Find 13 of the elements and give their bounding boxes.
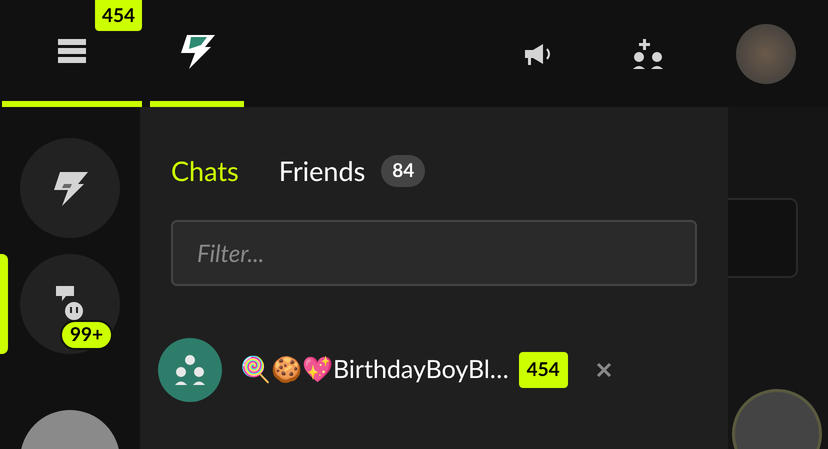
panel-tab[interactable]: Chats bbox=[171, 150, 239, 192]
close-icon[interactable] bbox=[596, 362, 612, 378]
unread-count: 99+ bbox=[60, 320, 114, 350]
unread-count: 454 bbox=[94, 0, 142, 31]
panel-tab[interactable]: Friends bbox=[278, 150, 366, 192]
menu-icon bbox=[58, 38, 86, 64]
friend-count: 84 bbox=[381, 155, 426, 187]
add-friend-icon bbox=[631, 36, 665, 70]
chat-name: 🍭🍪💖BirthdayBoyBl… bbox=[240, 353, 509, 386]
filter-field[interactable]: Filter... bbox=[171, 220, 697, 286]
unread-count: 454 bbox=[518, 352, 568, 388]
chat-row[interactable]: 🍭🍪💖BirthdayBoyBl… 454 bbox=[158, 338, 697, 402]
group-icon bbox=[173, 355, 207, 385]
